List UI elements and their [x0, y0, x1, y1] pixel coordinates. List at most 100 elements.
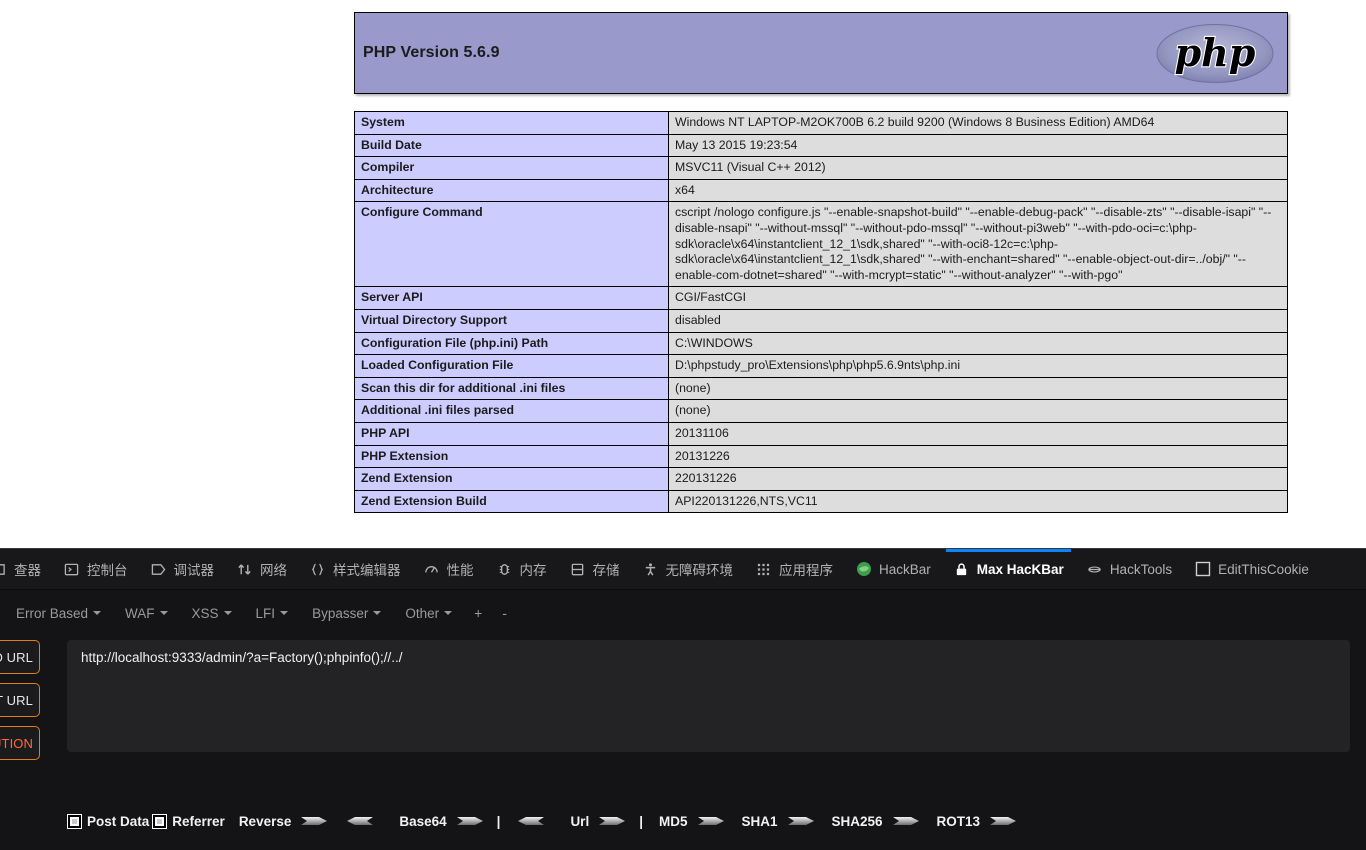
table-row: PHP Extension 20131226	[354, 444, 1288, 469]
table-row: Build Date May 13 2015 19:23:54	[354, 133, 1288, 158]
tab-label: EditThisCookie	[1218, 561, 1309, 577]
row-key: Zend Extension	[354, 467, 669, 491]
tab-label: 存储	[592, 563, 620, 578]
row-value: API220131226,NTS,VC11	[668, 489, 1288, 514]
arrow-left-icon[interactable]	[516, 813, 546, 829]
menu-other[interactable]: Other	[393, 601, 464, 626]
table-row: Configuration File (php.ini) Path C:\WIN…	[354, 331, 1288, 356]
sha1-button[interactable]: SHA1	[742, 813, 816, 829]
tab-label: 无障碍环境	[665, 563, 734, 578]
console-icon	[63, 561, 80, 578]
page-title: PHP Version 5.6.9	[363, 44, 500, 61]
row-key: Additional .ini files parsed	[354, 399, 669, 423]
referrer-checkbox[interactable]: Referrer	[153, 814, 225, 829]
row-value: 220131226	[668, 467, 1288, 491]
base64-encode-button[interactable]: Base64	[399, 813, 484, 829]
table-row: Loaded Configuration File D:\phpstudy_pr…	[354, 354, 1288, 378]
tab-hacktools[interactable]: HackTools	[1075, 549, 1183, 590]
menu-label: Other	[405, 605, 440, 621]
row-key: Zend Extension Build	[354, 489, 669, 514]
add-tab-button[interactable]: +	[464, 600, 492, 626]
table-row: Zend Extension 220131226	[354, 467, 1288, 491]
arrow-right-icon[interactable]	[988, 813, 1018, 829]
tab-max-hackbar[interactable]: Max HacKBar	[942, 549, 1075, 590]
style-editor-icon	[309, 561, 326, 578]
storage-icon	[569, 561, 586, 578]
table-row: Configure Command cscript /nologo config…	[354, 201, 1288, 288]
menu-xss[interactable]: XSS	[180, 601, 244, 626]
url-decode-button[interactable]	[516, 813, 554, 829]
tab-storage[interactable]: 存储	[558, 549, 631, 590]
row-value: Windows NT LAPTOP-M2OK700B 6.2 build 920…	[668, 111, 1288, 135]
lock-icon	[953, 561, 970, 578]
action-label: SHA1	[741, 813, 778, 829]
arrow-right-icon[interactable]	[891, 813, 921, 829]
row-value: C:\WINDOWS	[668, 331, 1288, 356]
phpinfo-table-body: System Windows NT LAPTOP-M2OK700B 6.2 bu…	[354, 111, 1288, 514]
menu-lfi[interactable]: LFI	[244, 601, 301, 626]
md5-button[interactable]: MD5	[659, 813, 726, 829]
row-key: Architecture	[354, 178, 669, 203]
sha256-button[interactable]: SHA256	[832, 813, 921, 829]
tab-application[interactable]: 应用程序	[744, 549, 844, 590]
tab-performance[interactable]: 性能	[412, 549, 485, 590]
accessibility-icon	[642, 561, 659, 578]
url-input[interactable]	[67, 640, 1350, 752]
remove-tab-button[interactable]: -	[492, 600, 517, 626]
menu-waf[interactable]: WAF	[113, 601, 180, 626]
arrow-right-icon[interactable]	[597, 813, 627, 829]
tab-hackbar[interactable]: HackBar	[844, 549, 942, 590]
row-value: disabled	[668, 308, 1288, 333]
menu-error-based[interactable]: Error Based	[4, 601, 113, 626]
inspector-icon	[0, 561, 7, 578]
load-url-button[interactable]: LOAD URL	[0, 640, 40, 674]
toolbar-separator: |	[496, 813, 501, 829]
execution-button[interactable]: EXECUTION	[0, 726, 40, 760]
url-encode-button[interactable]: Url	[570, 813, 627, 829]
action-label: MD5	[658, 813, 688, 829]
row-key: Build Date	[354, 133, 669, 158]
table-row: Additional .ini files parsed (none)	[354, 399, 1288, 423]
arrow-right-icon[interactable]	[455, 813, 485, 829]
row-key: Loaded Configuration File	[354, 354, 669, 378]
chevron-down-icon	[93, 611, 102, 615]
table-row: PHP API 20131106	[354, 421, 1288, 446]
toolbar-separator: |	[639, 813, 643, 829]
arrow-right-icon[interactable]	[786, 813, 816, 829]
tab-console[interactable]: 控制台	[52, 549, 139, 590]
chevron-down-icon	[373, 611, 382, 615]
tab-accessibility[interactable]: 无障碍环境	[631, 549, 745, 590]
rot13-button[interactable]: ROT13	[937, 813, 1019, 829]
arrow-right-icon[interactable]	[696, 813, 726, 829]
arrow-right-icon[interactable]	[299, 813, 329, 829]
cookie-icon	[1194, 561, 1211, 578]
menu-label: LFI	[255, 605, 276, 621]
split-url-button[interactable]: SPLIT URL	[0, 683, 40, 717]
hackbar-encoding-toolbar: Post Data Referrer Reverse Base64 | Url …	[0, 813, 1366, 829]
row-key: Scan this dir for additional .ini files	[354, 376, 669, 401]
menu-bypasser[interactable]: Bypasser	[300, 601, 393, 626]
row-value: (none)	[668, 399, 1288, 423]
arrow-left-icon[interactable]	[345, 813, 375, 829]
tab-editthiscookie[interactable]: EditThisCookie	[1183, 549, 1320, 590]
tab-network[interactable]: 网络	[225, 549, 298, 590]
network-icon	[236, 561, 253, 578]
tab-debugger[interactable]: 调试器	[139, 549, 226, 590]
chevron-down-icon	[280, 611, 289, 615]
table-row: Zend Extension Build API220131226,NTS,VC…	[354, 489, 1288, 514]
reverse-encode-button[interactable]: Reverse	[239, 813, 330, 829]
row-value: CGI/FastCGI	[668, 286, 1288, 310]
reverse-decode-button[interactable]	[345, 813, 383, 829]
phpinfo-container: PHP Version 5.6.9 php System Windows NT …	[354, 12, 1288, 514]
tab-label: 查器	[14, 563, 41, 578]
tab-memory[interactable]: 内存	[485, 549, 558, 590]
post-data-checkbox[interactable]: Post Data	[68, 814, 149, 829]
hacktools-icon	[1086, 561, 1103, 578]
row-value: May 13 2015 19:23:54	[668, 133, 1288, 158]
table-row: Scan this dir for additional .ini files …	[354, 376, 1288, 401]
row-value: 20131106	[668, 421, 1288, 446]
chevron-down-icon	[444, 611, 453, 615]
tab-style-editor[interactable]: 样式编辑器	[298, 549, 412, 590]
tab-inspector[interactable]: 查器	[0, 549, 52, 590]
devtools-tab-bar[interactable]: 查器 控制台 调试器 网络 样式编辑器 性能 内存 存储 无障碍环境 应用程序 …	[0, 549, 1366, 590]
